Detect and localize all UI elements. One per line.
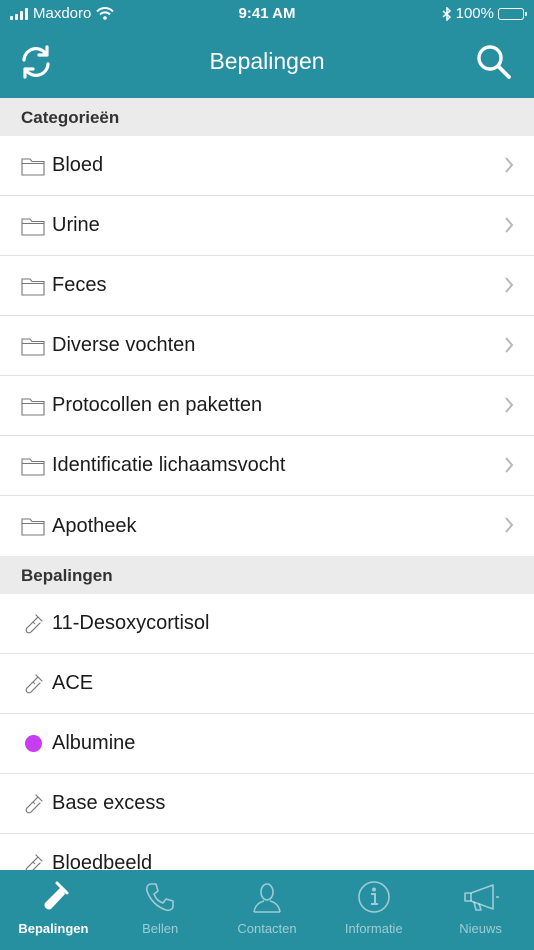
determination-row[interactable]: ACE	[0, 654, 534, 714]
tab-label: Nieuws	[459, 921, 502, 936]
tab-label: Informatie	[344, 921, 403, 936]
tab-bar: Bepalingen Bellen Contacten Informatie N…	[0, 870, 534, 950]
tab-contacten[interactable]: Contacten	[214, 870, 321, 950]
section-header-determinations: Bepalingen	[0, 556, 534, 594]
person-icon	[251, 880, 283, 914]
chevron-right-icon	[505, 157, 514, 173]
folder-icon	[21, 276, 45, 296]
folder-icon	[21, 396, 45, 416]
search-button[interactable]	[474, 42, 514, 82]
tab-bellen[interactable]: Bellen	[107, 870, 214, 950]
chevron-right-icon	[505, 397, 514, 413]
status-bar: Maxdoro 9:41 AM 100%	[0, 0, 534, 28]
bluetooth-icon	[442, 6, 451, 21]
tab-informatie[interactable]: Informatie	[320, 870, 427, 950]
megaphone-icon	[462, 880, 500, 914]
determination-label: Albumine	[52, 732, 136, 754]
category-label: Bloed	[52, 154, 104, 176]
determination-label: 11-Desoxycortisol	[52, 612, 210, 634]
chevron-right-icon	[505, 277, 514, 293]
tab-label: Bepalingen	[18, 921, 89, 936]
determination-label: ACE	[52, 672, 94, 694]
purple-dot-icon	[21, 735, 45, 752]
phone-icon	[144, 880, 176, 914]
category-row-feces[interactable]: Feces	[0, 256, 534, 316]
determination-row[interactable]: 11-Desoxycortisol	[0, 594, 534, 654]
folder-icon	[21, 456, 45, 476]
category-label: Diverse vochten	[52, 334, 196, 356]
category-label: Apotheek	[52, 514, 137, 537]
status-right: 100%	[442, 5, 527, 22]
list-view[interactable]: Categorieën Bloed Urine Feces Diverse vo…	[0, 98, 534, 870]
determination-label: Base excess	[52, 792, 166, 814]
search-icon	[477, 45, 511, 79]
info-icon	[357, 880, 391, 914]
tab-label: Contacten	[237, 921, 297, 936]
test-tube-icon	[21, 673, 45, 695]
test-tube-icon	[36, 880, 70, 914]
folder-icon	[21, 156, 45, 176]
battery-percent: 100%	[455, 5, 494, 22]
category-row-protocollen[interactable]: Protocollen en paketten	[0, 376, 534, 436]
test-tube-icon	[21, 613, 45, 635]
tab-nieuws[interactable]: Nieuws	[427, 870, 534, 950]
folder-icon	[21, 516, 45, 536]
chevron-right-icon	[505, 337, 514, 353]
category-row-urine[interactable]: Urine	[0, 196, 534, 256]
determination-row[interactable]: Albumine	[0, 714, 534, 774]
section-header-categories: Categorieën	[0, 98, 534, 136]
tab-label: Bellen	[142, 921, 179, 936]
folder-icon	[21, 336, 45, 356]
category-label: Urine	[52, 214, 100, 236]
category-row-diverse-vochten[interactable]: Diverse vochten	[0, 316, 534, 376]
folder-icon	[21, 216, 45, 236]
test-tube-icon	[21, 793, 45, 815]
category-label: Identificatie lichaamsvocht	[52, 454, 286, 476]
category-row-bloed[interactable]: Bloed	[0, 136, 534, 196]
category-label: Protocollen en paketten	[52, 394, 263, 416]
chevron-right-icon	[505, 217, 514, 233]
tab-bepalingen[interactable]: Bepalingen	[0, 870, 107, 950]
color-dot	[24, 735, 42, 752]
chevron-right-icon	[505, 517, 514, 533]
chevron-right-icon	[505, 457, 514, 473]
category-label: Feces	[52, 274, 107, 296]
test-tube-icon	[21, 853, 45, 870]
category-row-identificatie[interactable]: Identificatie lichaamsvocht	[0, 436, 534, 496]
determination-row[interactable]: Bloedbeeld	[0, 834, 534, 870]
page-title: Bepalingen	[209, 48, 325, 74]
determination-label: Bloedbeeld	[52, 852, 153, 870]
navigation-bar: Bepalingen	[0, 28, 534, 98]
category-row-apotheek[interactable]: Apotheek	[0, 496, 534, 556]
determination-row[interactable]: Base excess	[0, 774, 534, 834]
battery-icon	[498, 7, 527, 20]
